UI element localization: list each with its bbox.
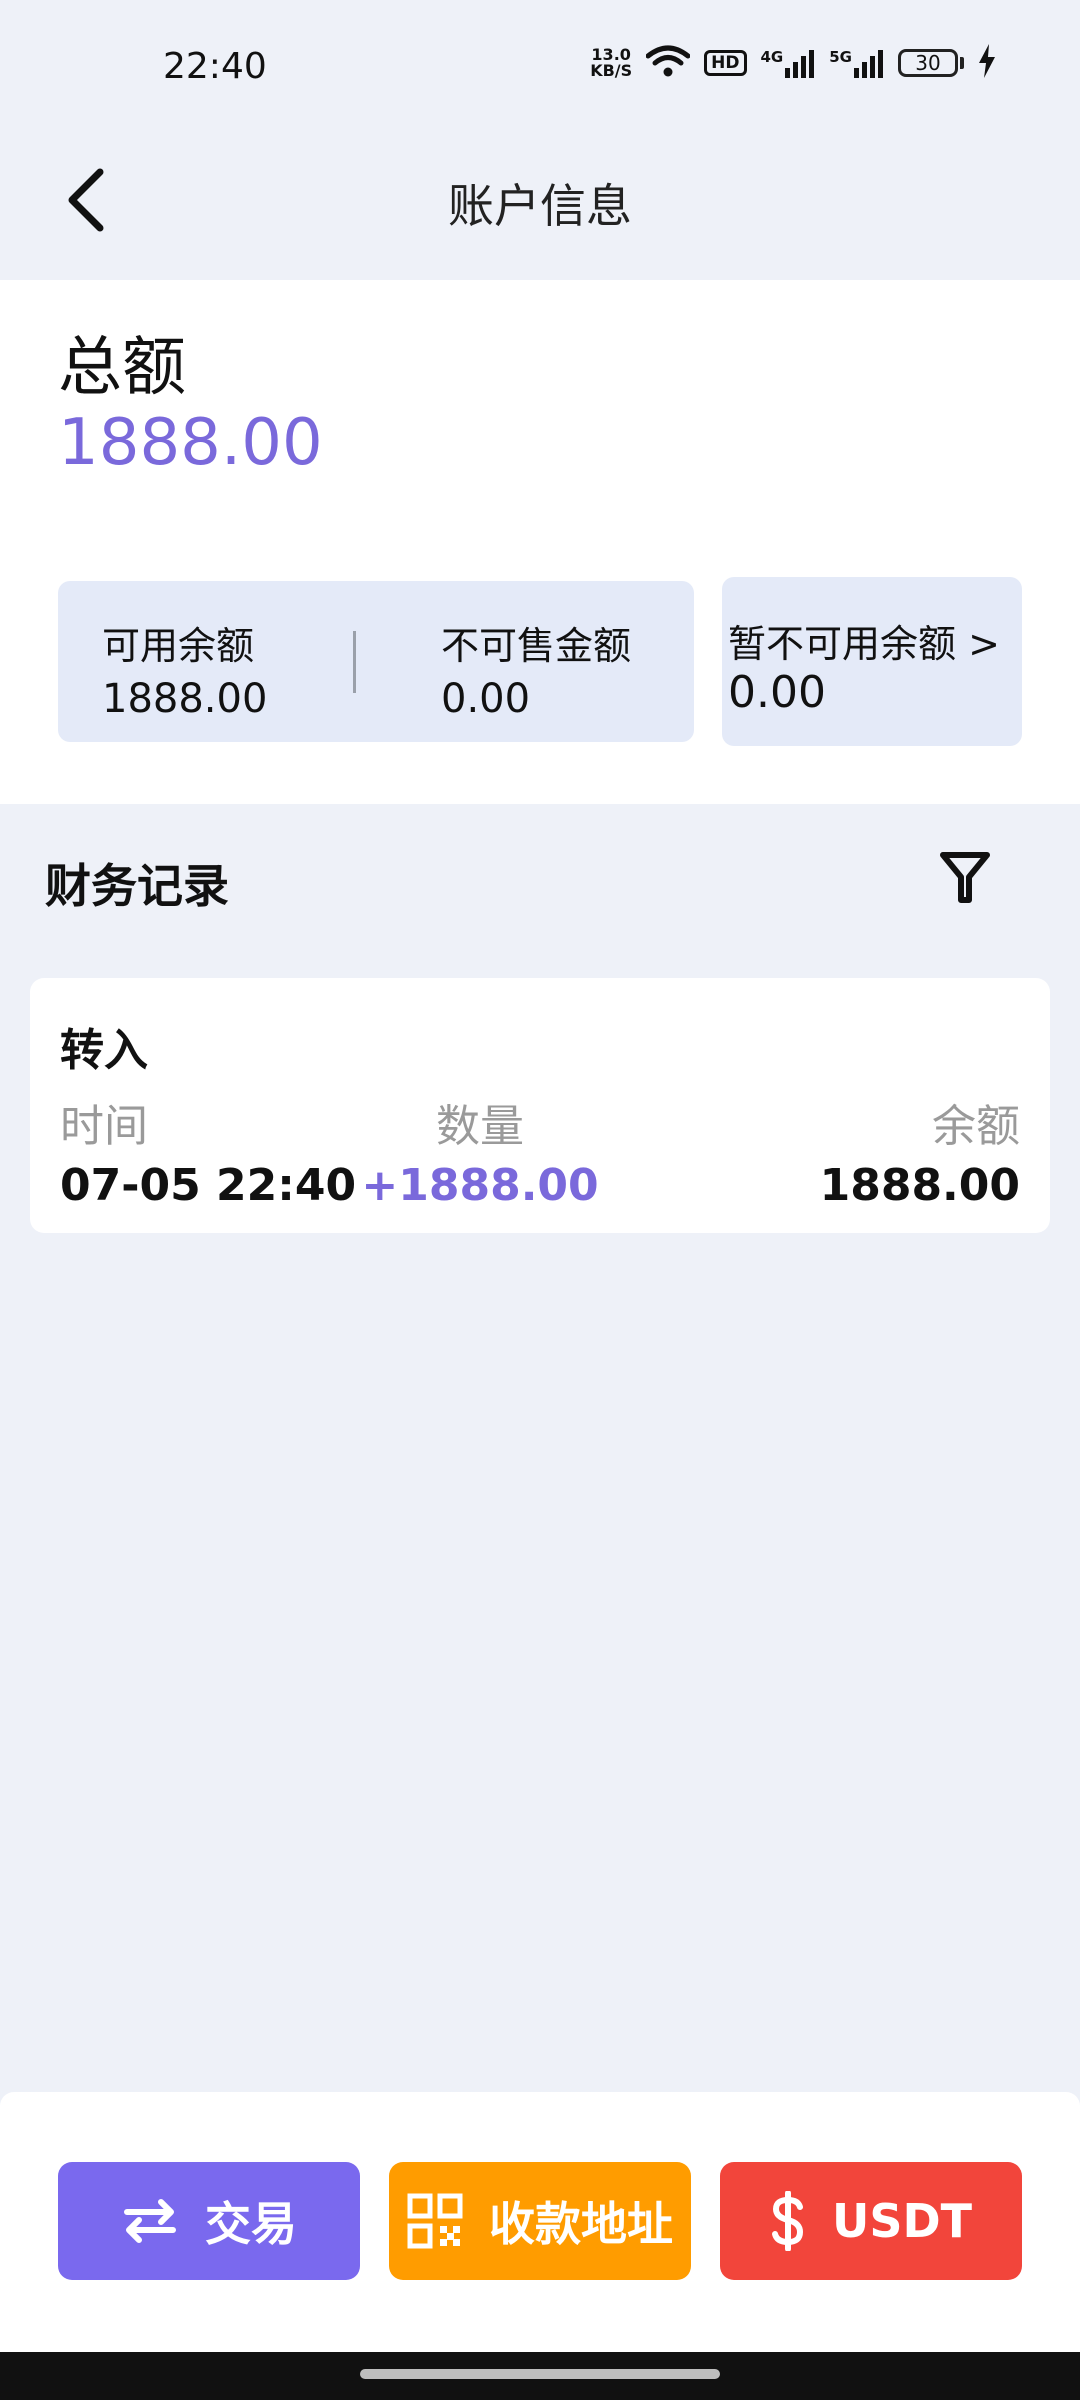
status-icons: 13.0 KB/S HD 4G 5G 30 (590, 44, 996, 82)
hd-badge: HD (704, 50, 747, 76)
available-balance: 可用余额 1888.00 (102, 615, 267, 722)
receive-address-button[interactable]: 收款地址 (389, 2162, 691, 2280)
network-4g-label: 4G (760, 48, 784, 66)
record-qty-value: +1888.00 (361, 1160, 599, 1211)
unsellable-value: 0.00 (441, 676, 531, 722)
balance-box: 可用余额 1888.00 不可售金额 0.00 (58, 581, 694, 742)
available-value: 1888.00 (102, 676, 268, 722)
unsellable-label: 不可售金额 (441, 624, 632, 668)
balance-divider (353, 631, 356, 693)
unavailable-label: 暂不可用余额 > (728, 622, 1000, 666)
records-title: 财务记录 (45, 859, 229, 913)
trade-button[interactable]: 交易 (58, 2162, 360, 2280)
record-balance: 余额 1888.00 (820, 1090, 1020, 1211)
record-qty-label: 数量 (436, 1101, 524, 1152)
system-nav-bar (0, 2352, 1080, 2400)
network-speed: 13.0 KB/S (590, 47, 632, 79)
battery-level: 30 (898, 49, 958, 77)
record-time-value: 07-05 22:40 (60, 1160, 357, 1211)
account-info-screen: 22:40 13.0 KB/S HD 4G 5G 30 账户信息 总额 1888… (0, 0, 1080, 2400)
record-card[interactable]: 转入 时间 07-05 22:40 数量 +1888.00 余额 1888.00 (30, 978, 1050, 1233)
page-title: 账户信息 (448, 179, 632, 233)
network-speed-unit: KB/S (590, 61, 633, 80)
home-gesture-handle[interactable] (360, 2369, 720, 2379)
account-summary: 总额 1888.00 可用余额 1888.00 不可售金额 0.00 暂不可用余… (0, 280, 1080, 804)
unavailable-balance-button[interactable]: 暂不可用余额 > 0.00 (722, 577, 1022, 746)
record-time: 时间 07-05 22:40 (60, 1090, 356, 1211)
available-label: 可用余额 (102, 624, 255, 668)
record-type: 转入 (60, 1025, 148, 1076)
status-time: 22:40 (163, 46, 267, 87)
app-header: 账户信息 (0, 130, 1080, 280)
signal-4g-icon: 4G (761, 48, 816, 78)
battery-icon: 30 (898, 49, 964, 77)
total-label: 总额 (58, 331, 186, 405)
usdt-label: USDT (831, 2194, 973, 2248)
dollar-icon (771, 2191, 803, 2251)
unsellable-amount: 不可售金额 0.00 (441, 615, 631, 722)
trade-label: 交易 (205, 2197, 297, 2251)
total-value: 1888.00 (58, 406, 323, 480)
filter-icon (940, 852, 990, 903)
qr-code-icon (407, 2193, 463, 2249)
record-quantity: 数量 +1888.00 (330, 1090, 630, 1211)
record-balance-value: 1888.00 (819, 1160, 1020, 1211)
charging-icon (978, 44, 996, 82)
record-balance-label: 余额 (932, 1101, 1020, 1152)
unavailable-value: 0.00 (728, 667, 826, 718)
usdt-button[interactable]: USDT (720, 2162, 1022, 2280)
network-5g-label: 5G (829, 48, 852, 66)
swap-icon (124, 2199, 176, 2243)
record-time-label: 时间 (60, 1101, 148, 1152)
filter-button[interactable] (935, 845, 995, 911)
wifi-icon (645, 44, 691, 82)
bottom-action-bar: 交易 收款地址 USDT (0, 2092, 1080, 2352)
status-bar: 22:40 13.0 KB/S HD 4G 5G 30 (0, 0, 1080, 130)
signal-5g-icon: 5G (829, 48, 884, 78)
receive-address-label: 收款地址 (489, 2197, 673, 2251)
